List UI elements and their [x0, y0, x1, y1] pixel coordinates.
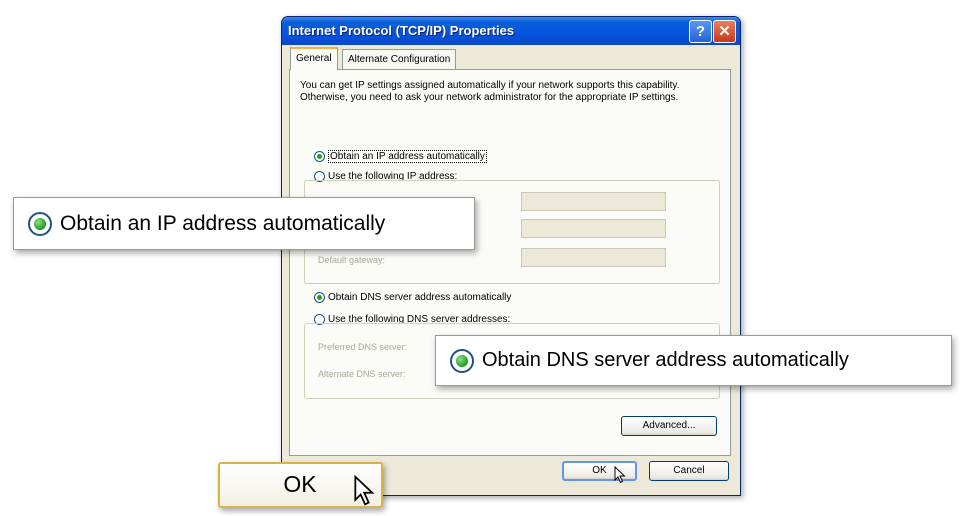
- radio-obtain-ip-auto[interactable]: Obtain an IP address automatically: [314, 150, 487, 163]
- radio-label: Obtain DNS server address automatically: [328, 292, 512, 303]
- dialog-title: Internet Protocol (TCP/IP) Properties: [288, 23, 515, 38]
- callout-label: Obtain an IP address automatically: [60, 211, 386, 235]
- advanced-button[interactable]: Advanced...: [621, 416, 717, 436]
- alternate-dns-label: Alternate DNS server:: [318, 369, 406, 379]
- description-text: You can get IP settings assigned automat…: [300, 80, 680, 103]
- callout-label: Obtain DNS server address automatically: [482, 349, 849, 371]
- radio-selected-icon[interactable]: [314, 151, 325, 162]
- radio-obtain-dns-auto[interactable]: Obtain DNS server address automatically: [314, 292, 511, 303]
- radio-selected-icon: [450, 348, 474, 373]
- callout-ok-button: OK: [218, 462, 383, 508]
- callout-obtain-ip-auto: Obtain an IP address automatically: [13, 197, 475, 250]
- arrow-cursor-icon: [354, 475, 375, 506]
- ip-address-field: [521, 192, 666, 211]
- callout-obtain-dns-auto: Obtain DNS server address automatically: [435, 335, 952, 386]
- cancel-button[interactable]: Cancel: [649, 461, 729, 481]
- preferred-dns-label: Preferred DNS server:: [318, 342, 408, 352]
- radio-selected-icon[interactable]: [314, 292, 325, 303]
- arrow-cursor-icon: [614, 466, 626, 484]
- radio-selected-icon: [28, 211, 52, 236]
- general-tab-panel: You can get IP settings assigned automat…: [289, 69, 731, 456]
- radio-label: Obtain an IP address automatically: [328, 150, 487, 163]
- tab-general[interactable]: General: [290, 47, 338, 70]
- title-bar[interactable]: Internet Protocol (TCP/IP) Properties ? …: [282, 17, 740, 45]
- tab-alternate-configuration[interactable]: Alternate Configuration: [342, 49, 457, 69]
- subnet-mask-field: [521, 219, 666, 238]
- default-gateway-label: Default gateway:: [318, 255, 386, 265]
- tcpip-properties-dialog: Internet Protocol (TCP/IP) Properties ? …: [281, 16, 741, 496]
- close-button[interactable]: ✕: [713, 20, 736, 43]
- help-button[interactable]: ?: [689, 20, 712, 43]
- default-gateway-field: [521, 248, 666, 267]
